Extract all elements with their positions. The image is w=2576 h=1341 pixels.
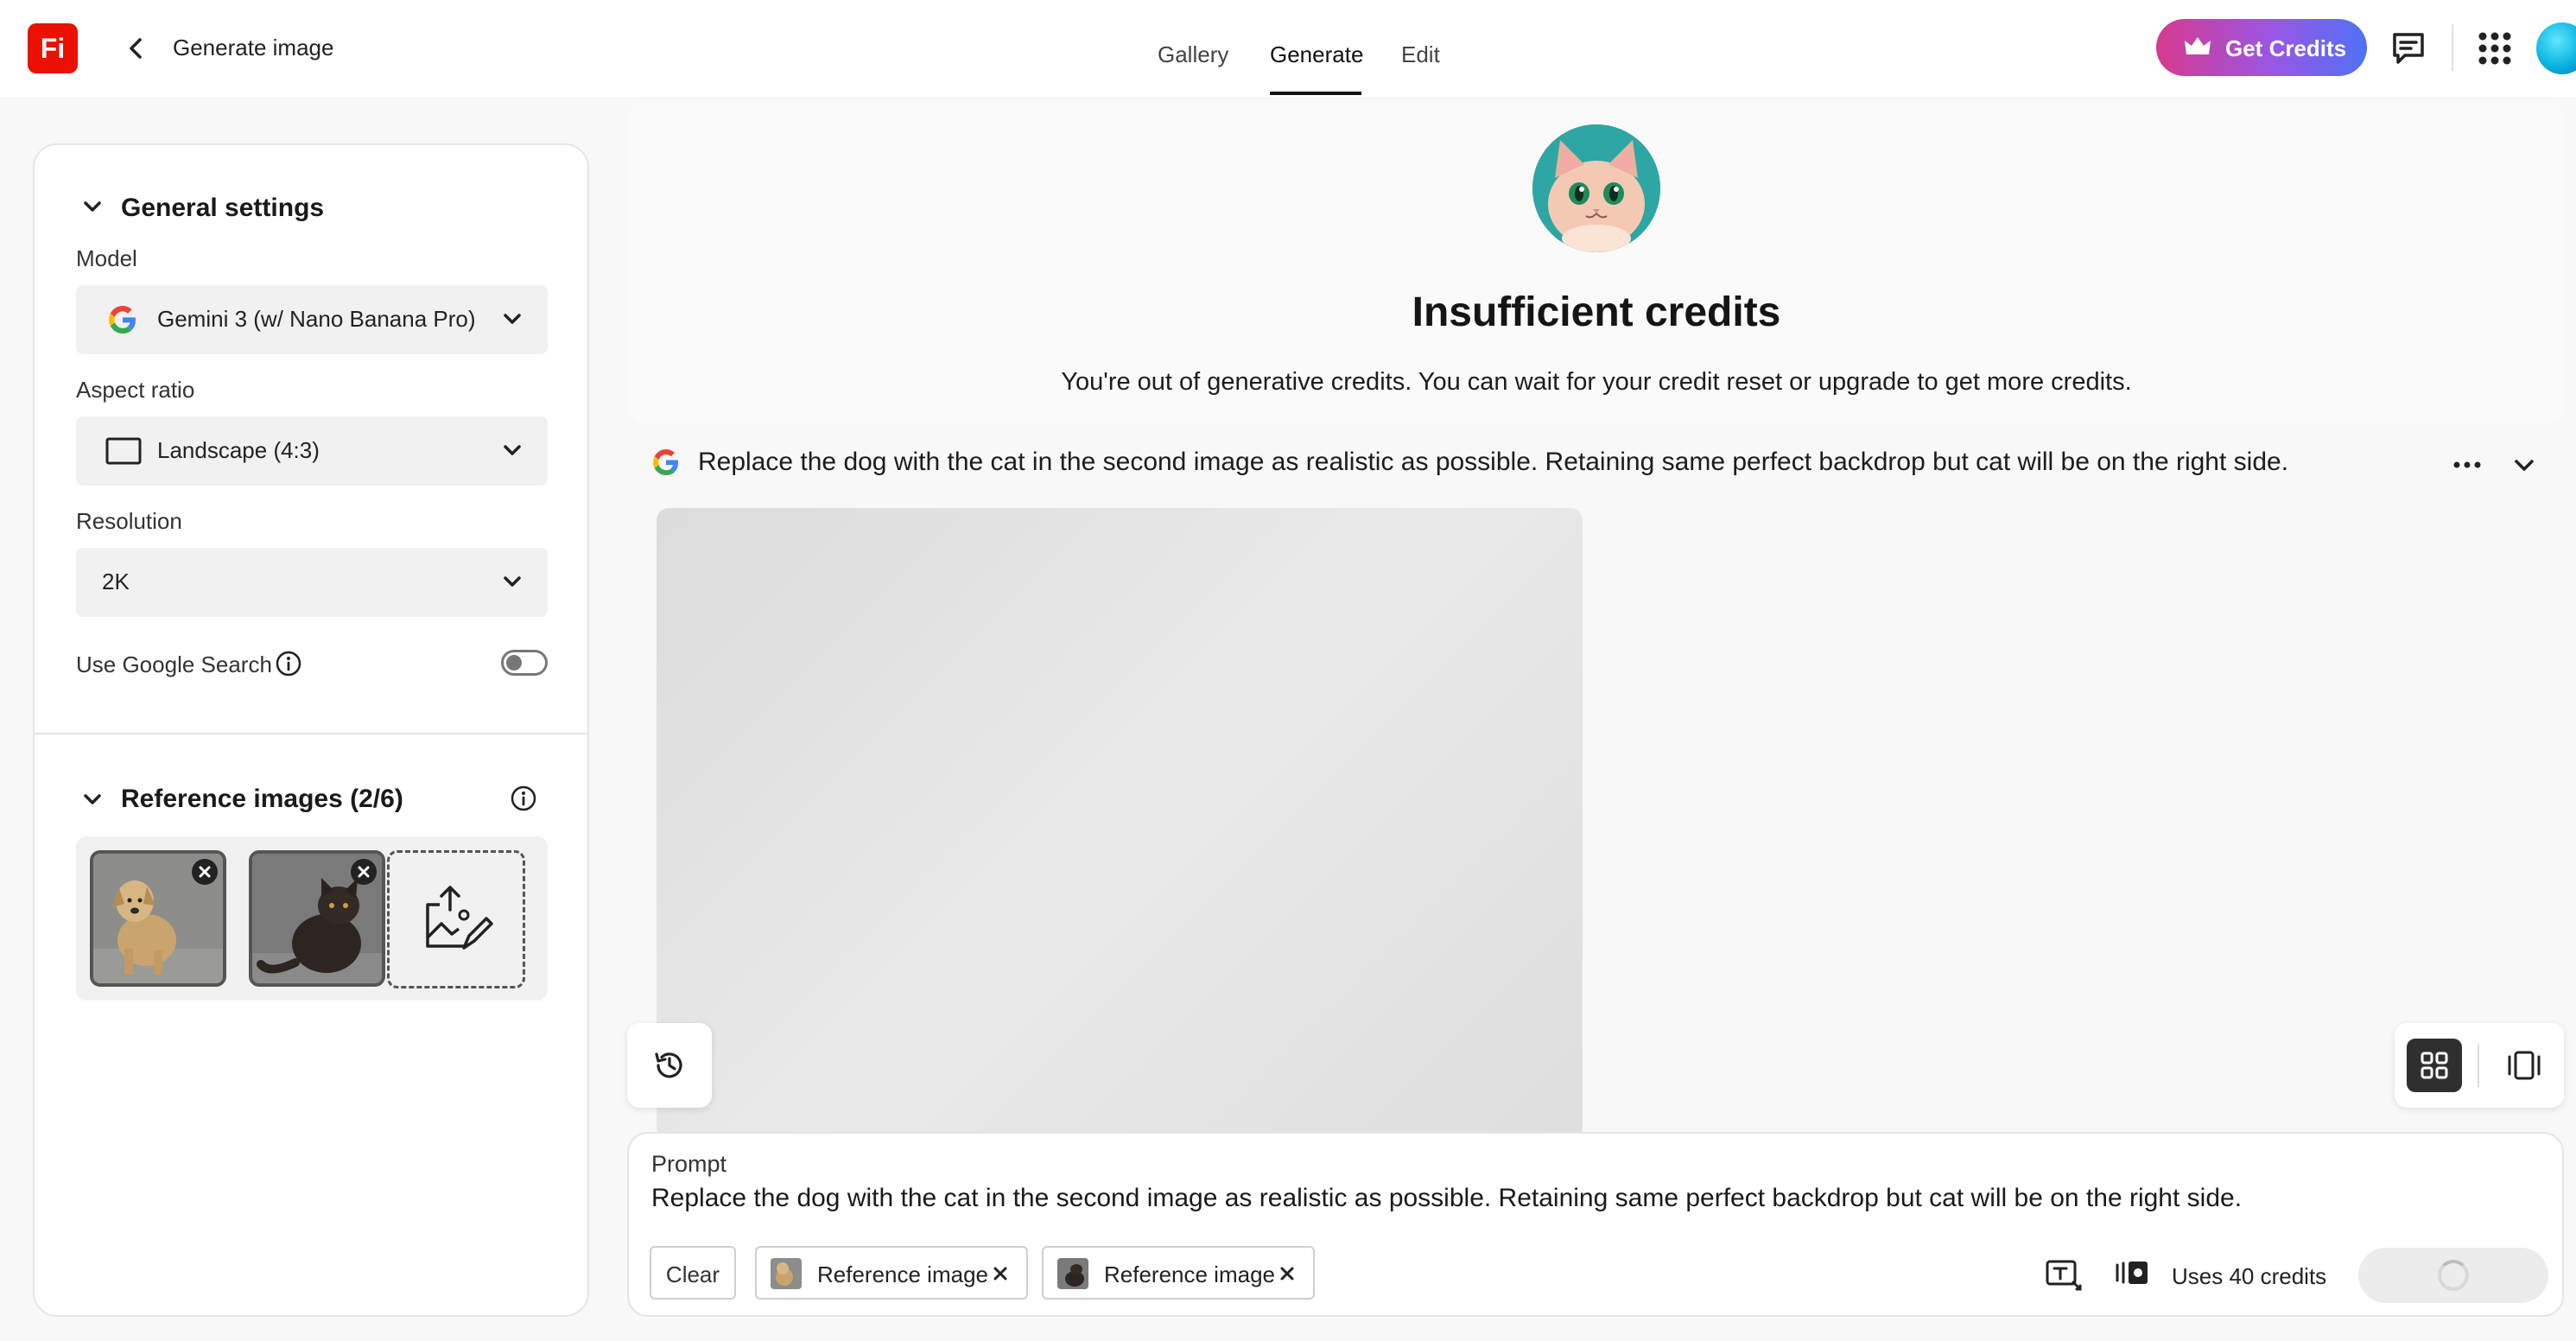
crown-icon: [2185, 37, 2211, 54]
apps-grid-icon[interactable]: [2478, 31, 2512, 70]
grid-view-icon[interactable]: [2407, 1039, 2462, 1092]
tab-gallery[interactable]: Gallery: [1158, 41, 1228, 68]
google-icon: [653, 449, 679, 480]
chevron-down-icon[interactable]: [79, 194, 105, 224]
view-mode-switch: [2395, 1023, 2564, 1108]
reference-images-title: Reference images (2/6): [121, 785, 403, 813]
view-divider: [2478, 1044, 2479, 1087]
model-value: Gemini 3 (w/ Nano Banana Pro): [157, 306, 476, 332]
style-presets-icon[interactable]: [2115, 1260, 2149, 1290]
aspect-ratio-value: Landscape (4:3): [157, 437, 320, 463]
upload-reference-button[interactable]: [387, 850, 525, 988]
prompt-box[interactable]: Prompt Replace the dog with the cat in t…: [627, 1132, 2564, 1317]
error-description: You're out of generative credits. You ca…: [1061, 368, 2132, 396]
resolution-value: 2K: [102, 569, 130, 594]
upload-image-icon: [426, 886, 493, 950]
reference-image-chip[interactable]: Reference image: [1042, 1246, 1315, 1300]
close-icon: [358, 866, 370, 878]
back-arrow-icon[interactable]: [117, 29, 155, 67]
clear-button[interactable]: Clear: [650, 1246, 736, 1300]
landscape-icon: [105, 437, 142, 465]
chevron-down-icon: [504, 314, 521, 324]
resolution-select[interactable]: 2K: [76, 548, 548, 617]
feedback-icon[interactable]: [2388, 28, 2429, 73]
settings-panel: General settings Model Gemini 3 (w/ Nano…: [33, 143, 589, 1317]
chevron-down-icon[interactable]: [2509, 449, 2540, 480]
google-icon: [109, 306, 136, 334]
aspect-ratio-select[interactable]: Landscape (4:3): [76, 416, 548, 486]
reference-thumb-dog[interactable]: [90, 850, 226, 987]
reference-image-chip[interactable]: Reference image: [755, 1246, 1028, 1300]
header-divider: [2452, 24, 2453, 71]
panel-divider: [35, 733, 587, 734]
google-search-toggle[interactable]: [501, 650, 548, 676]
history-button[interactable]: [627, 1023, 712, 1108]
generating-image-placeholder: [657, 508, 1583, 1139]
reference-chip-label: Reference image: [817, 1262, 988, 1287]
tab-edit[interactable]: Edit: [1401, 41, 1440, 68]
logo-text: Fi: [40, 33, 66, 64]
close-icon: [199, 866, 211, 878]
reference-thumb-cat[interactable]: [249, 850, 385, 987]
google-search-label: Use Google Search: [76, 651, 272, 677]
general-settings-title: General settings: [121, 194, 325, 222]
error-title: Insufficient credits: [1412, 289, 1781, 335]
info-icon[interactable]: [510, 785, 537, 817]
reference-chip-label: Reference image: [1104, 1262, 1275, 1287]
model-select[interactable]: Gemini 3 (w/ Nano Banana Pro): [76, 285, 548, 354]
active-tab-indicator: [1270, 92, 1361, 95]
prompt-label: Prompt: [651, 1151, 727, 1177]
close-icon[interactable]: [992, 1265, 1009, 1282]
user-avatar[interactable]: [2536, 22, 2576, 74]
loading-spinner-icon: [2438, 1260, 2469, 1291]
top-header: Fi Generate image Gallery Generate Edit …: [0, 0, 2576, 97]
remove-reference-button[interactable]: [192, 859, 218, 885]
cat-illustration: [1532, 124, 1660, 252]
history-icon: [655, 1052, 682, 1078]
chevron-down-icon: [504, 576, 521, 587]
reference-chip-thumb: [1057, 1258, 1088, 1289]
reference-chip-thumb: [771, 1258, 802, 1289]
close-icon[interactable]: [1278, 1265, 1296, 1282]
app-logo[interactable]: Fi: [28, 23, 78, 73]
single-view-icon[interactable]: [2498, 1044, 2550, 1087]
more-options-icon[interactable]: [2450, 449, 2484, 480]
text-to-image-icon[interactable]: [2046, 1260, 2082, 1295]
reference-images-tray: [76, 836, 548, 1001]
chevron-down-icon[interactable]: [79, 786, 105, 817]
resolution-label: Resolution: [76, 508, 182, 534]
info-icon[interactable]: [275, 650, 302, 682]
generation-prompt-text: Replace the dog with the cat in the seco…: [698, 448, 2289, 476]
tab-generate[interactable]: Generate: [1270, 41, 1363, 68]
get-credits-button[interactable]: Get Credits: [2156, 19, 2367, 76]
get-credits-label: Get Credits: [2225, 35, 2347, 61]
clear-label: Clear: [665, 1262, 720, 1287]
credit-cost: Uses 40 credits: [2172, 1263, 2327, 1289]
aspect-ratio-label: Aspect ratio: [76, 377, 195, 403]
toggle-knob: [506, 655, 522, 670]
chevron-down-icon: [504, 445, 521, 455]
generate-button[interactable]: [2358, 1248, 2548, 1303]
prompt-input[interactable]: Replace the dog with the cat in the seco…: [651, 1184, 2242, 1213]
remove-reference-button[interactable]: [351, 859, 377, 885]
page-title: Generate image: [173, 35, 334, 60]
model-label: Model: [76, 245, 137, 271]
